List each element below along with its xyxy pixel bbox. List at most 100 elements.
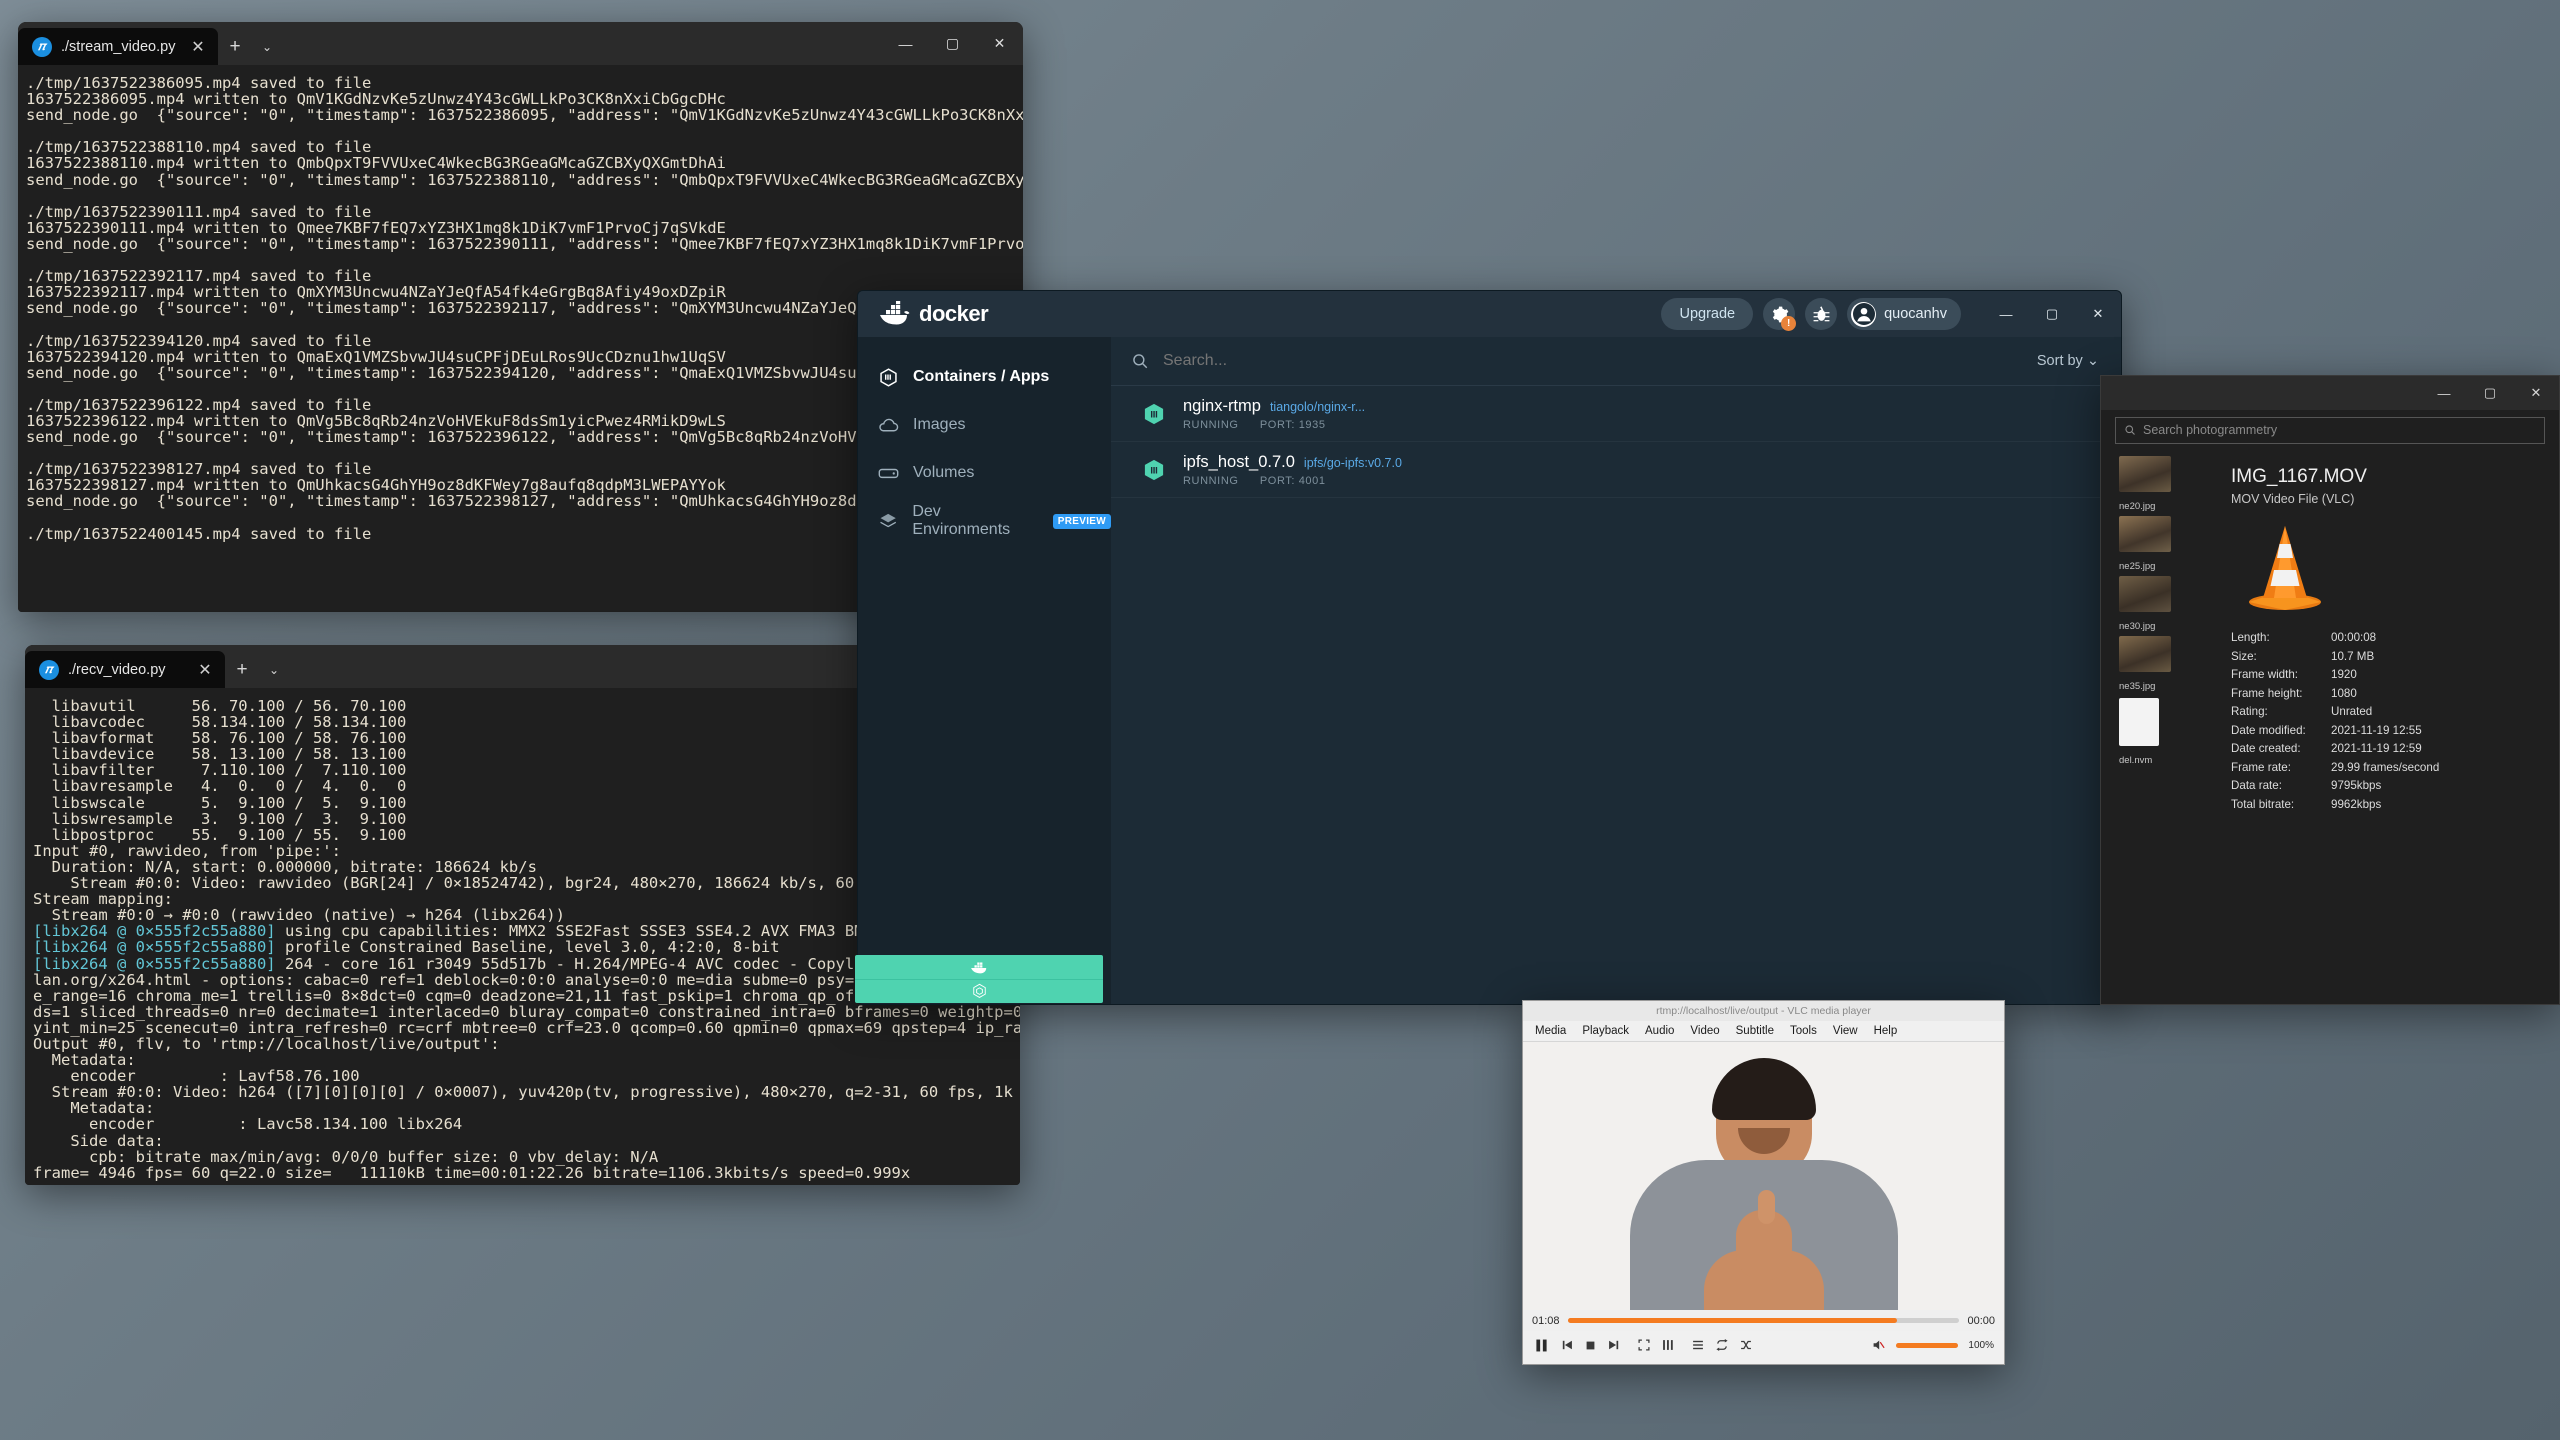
container-status-line: RUNNING PORT: 4001 xyxy=(1183,475,1402,487)
explorer-search-row[interactable]: Search photogrammetry xyxy=(2101,410,2559,450)
docker-sidebar[interactable]: Containers / Apps Images Volumes Dev Env… xyxy=(858,337,1111,1004)
desktop-background: 𝜋 ./stream_video.py ✕ + ⌄ — ▢ ✕ ./tmp/16… xyxy=(0,0,2560,1440)
tray-popup-ipfs-row[interactable] xyxy=(855,979,1103,1003)
maximize-button[interactable]: ▢ xyxy=(2029,291,2075,337)
time-total: 00:00 xyxy=(1967,1314,1995,1327)
loop-icon[interactable] xyxy=(1715,1338,1729,1352)
menu-video[interactable]: Video xyxy=(1690,1025,1719,1037)
vlc-menubar[interactable]: Media Playback Audio Video Subtitle Tool… xyxy=(1523,1021,2004,1042)
close-button[interactable]: ✕ xyxy=(2075,291,2121,337)
thumbnail-item[interactable]: ne20.jpg xyxy=(2119,456,2211,512)
upgrade-button[interactable]: Upgrade xyxy=(1661,298,1754,330)
property-row: Frame height: 1080 xyxy=(2231,686,2357,700)
user-avatar-icon xyxy=(1851,301,1877,327)
container-row-nginx-rtmp[interactable]: nginx-rtmp tiangolo/nginx-r... RUNNING P… xyxy=(1111,386,2121,442)
thumbnail-label: del.nvm xyxy=(2119,755,2153,766)
thumbnail-item[interactable]: ne35.jpg xyxy=(2119,636,2211,692)
settings-button[interactable]: ! xyxy=(1763,298,1797,331)
close-button[interactable]: ✕ xyxy=(2513,376,2559,410)
sidebar-item-label: Containers / Apps xyxy=(913,368,1050,385)
thumbnail-item[interactable]: ne30.jpg xyxy=(2119,576,2211,632)
menu-audio[interactable]: Audio xyxy=(1645,1025,1674,1037)
file-explorer-window[interactable]: — ▢ ✕ Search photogrammetry ne20.jpg ne2… xyxy=(2100,375,2560,1005)
terminal1-window-controls[interactable]: — ▢ ✕ xyxy=(882,22,1023,65)
sidebar-item-dev-environments[interactable]: Dev Environments PREVIEW xyxy=(858,497,1111,545)
thumbnail-strip[interactable]: ne20.jpg ne25.jpg ne30.jpg ne35.jpg del.… xyxy=(2101,450,2211,1004)
next-icon[interactable] xyxy=(1607,1338,1621,1352)
terminal1-tab[interactable]: 𝜋 ./stream_video.py ✕ xyxy=(18,28,218,65)
vlc-titlebar[interactable]: rtmp://localhost/live/output - VLC media… xyxy=(1523,1001,2004,1021)
minimize-button[interactable]: — xyxy=(1983,291,2029,337)
stop-icon[interactable] xyxy=(1584,1339,1597,1352)
terminal2-tab[interactable]: 𝜋 ./recv_video.py ✕ xyxy=(25,651,225,688)
docker-window-controls[interactable]: — ▢ ✕ xyxy=(1983,291,2121,337)
docker-toolbar[interactable]: Upgrade ! quocanhv — ▢ ✕ xyxy=(1661,291,2121,337)
volume-slider[interactable] xyxy=(1896,1342,1959,1348)
close-button[interactable]: ✕ xyxy=(976,22,1023,65)
terminal-line: ds=1 sliced_threads=0 nr=0 decimate=1 in… xyxy=(33,1002,1020,1021)
bug-icon xyxy=(1813,305,1830,321)
minimize-button[interactable]: — xyxy=(2421,376,2467,410)
terminal1-titlebar[interactable]: 𝜋 ./stream_video.py ✕ + ⌄ — ▢ ✕ xyxy=(18,22,1023,65)
file-properties-panel: IMG_1167.MOV MOV Video File (VLC) Length… xyxy=(2211,450,2559,1004)
shuffle-icon[interactable] xyxy=(1739,1338,1753,1352)
tray-popup-docker-row[interactable] xyxy=(855,955,1103,979)
maximize-button[interactable]: ▢ xyxy=(2467,376,2513,410)
new-tab-button[interactable]: + xyxy=(218,28,252,65)
docker-whale-icon xyxy=(970,961,986,973)
sidebar-item-containers[interactable]: Containers / Apps xyxy=(858,353,1111,401)
thumbnail-item[interactable]: ne25.jpg xyxy=(2119,516,2211,572)
new-tab-button[interactable]: + xyxy=(225,651,259,688)
thumbnail-item[interactable]: del.nvm xyxy=(2119,698,2211,766)
container-name: ipfs_host_0.7.0 xyxy=(1183,452,1295,471)
chevron-down-icon[interactable]: ⌄ xyxy=(259,651,289,688)
sidebar-item-volumes[interactable]: Volumes xyxy=(858,449,1111,497)
docker-search-row[interactable]: Sort by ⌄ xyxy=(1111,337,2121,386)
docker-titlebar[interactable]: docker Upgrade ! quocanhv — ▢ ✕ xyxy=(858,291,2121,337)
menu-media[interactable]: Media xyxy=(1535,1025,1566,1037)
docker-main-content: Sort by ⌄ nginx-rtmp tiangolo/nginx-r... xyxy=(1111,337,2121,1004)
explorer-titlebar[interactable]: — ▢ ✕ xyxy=(2101,376,2559,410)
vlc-media-player-window[interactable]: rtmp://localhost/live/output - VLC media… xyxy=(1522,1000,2005,1365)
pause-icon[interactable] xyxy=(1533,1337,1550,1354)
sort-by-button[interactable]: Sort by ⌄ xyxy=(2037,353,2099,369)
playlist-icon[interactable] xyxy=(1691,1338,1705,1352)
search-input[interactable]: Search photogrammetry xyxy=(2115,416,2545,444)
close-icon[interactable]: ✕ xyxy=(194,660,216,680)
troubleshoot-button[interactable] xyxy=(1805,298,1838,330)
vlc-controls[interactable]: 100% xyxy=(1523,1331,2004,1359)
property-row: Frame width: 1920 xyxy=(2231,668,2357,681)
maximize-button[interactable]: ▢ xyxy=(929,22,976,65)
explorer-statusbar[interactable] xyxy=(2101,1004,2559,1005)
container-icon xyxy=(1144,403,1164,424)
user-name: quocanhv xyxy=(1884,306,1947,322)
menu-tools[interactable]: Tools xyxy=(1790,1025,1817,1037)
close-icon[interactable]: ✕ xyxy=(187,37,209,57)
property-row: Data rate: 9795kbps xyxy=(2231,779,2382,792)
container-image[interactable]: tiangolo/nginx-r... xyxy=(1270,400,1365,414)
user-account-button[interactable]: quocanhv xyxy=(1847,298,1961,330)
docker-desktop-window[interactable]: docker Upgrade ! quocanhv — ▢ ✕ Containe… xyxy=(857,290,2122,1005)
menu-playback[interactable]: Playback xyxy=(1582,1025,1629,1037)
container-image[interactable]: ipfs/go-ipfs:v0.7.0 xyxy=(1304,456,1402,470)
seek-slider[interactable] xyxy=(1567,1318,1960,1323)
vlc-seek-row[interactable]: 01:08 00:00 xyxy=(1523,1310,2004,1331)
thumbnail-label: ne25.jpg xyxy=(2119,561,2156,572)
menu-subtitle[interactable]: Subtitle xyxy=(1736,1025,1774,1037)
extended-settings-icon[interactable] xyxy=(1661,1338,1675,1352)
menu-view[interactable]: View xyxy=(1833,1025,1858,1037)
mute-icon[interactable] xyxy=(1871,1338,1886,1352)
menu-help[interactable]: Help xyxy=(1874,1025,1898,1037)
minimize-button[interactable]: — xyxy=(882,22,929,65)
search-input[interactable] xyxy=(1163,352,2023,370)
tray-popup[interactable] xyxy=(855,955,1103,1003)
fullscreen-icon[interactable] xyxy=(1637,1338,1651,1352)
previous-icon[interactable] xyxy=(1560,1338,1574,1352)
chevron-down-icon[interactable]: ⌄ xyxy=(252,28,282,65)
container-port: PORT: 1935 xyxy=(1259,418,1326,431)
property-row: Date created: 2021-11-19 12:59 xyxy=(2231,742,2422,755)
sidebar-item-images[interactable]: Images xyxy=(858,401,1111,449)
container-row-ipfs-host[interactable]: ipfs_host_0.7.0 ipfs/go-ipfs:v0.7.0 RUNN… xyxy=(1111,442,2121,498)
settings-alert-badge: ! xyxy=(1781,316,1797,331)
video-surface[interactable] xyxy=(1523,1042,2004,1310)
